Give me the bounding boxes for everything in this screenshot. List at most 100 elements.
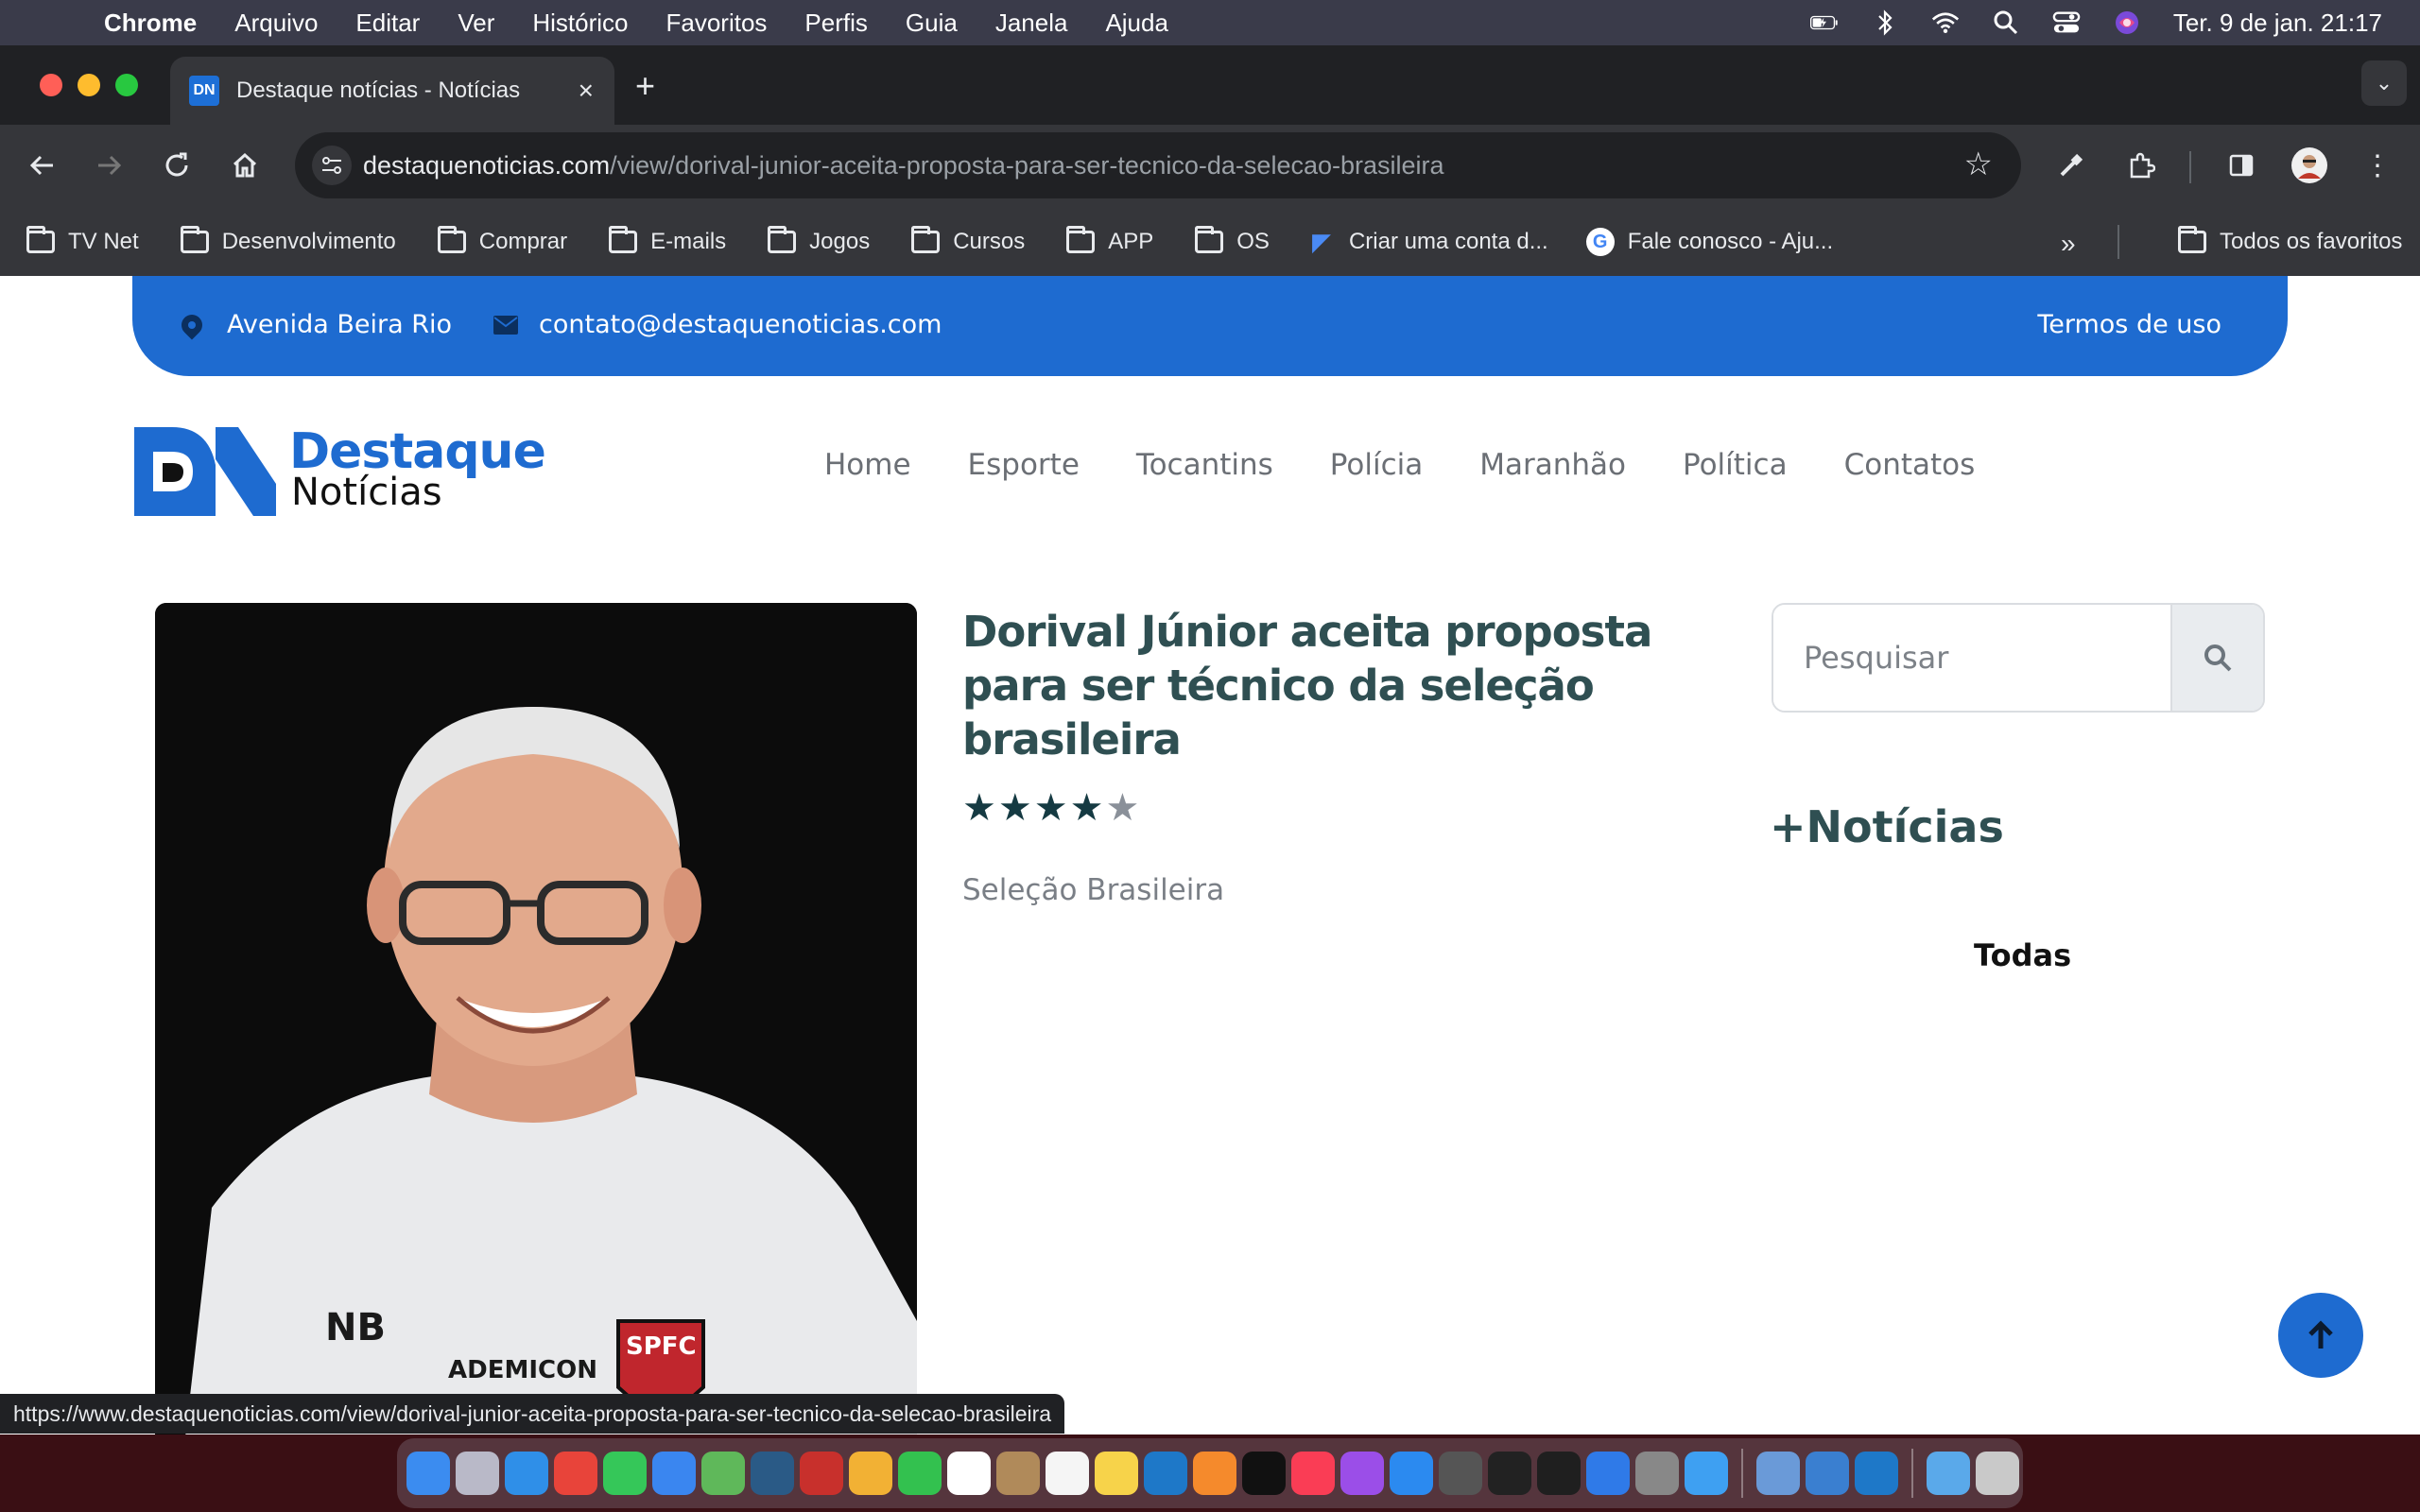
trash-icon[interactable] — [1976, 1452, 2019, 1495]
side-panel-icon[interactable] — [2218, 142, 2265, 189]
downloads-folder-icon[interactable] — [1927, 1452, 1970, 1495]
site-info-icon[interactable] — [312, 146, 352, 185]
siri-icon[interactable] — [2113, 9, 2141, 37]
menubar-clock[interactable]: Ter. 9 de jan. 21:17 — [2173, 9, 2382, 38]
spotlight-search-icon[interactable] — [1992, 9, 2020, 37]
address-bar[interactable]: destaquenoticias.com/view/dorival-junior… — [295, 132, 2021, 198]
menu-arquivo[interactable]: Arquivo — [234, 9, 318, 38]
facetime-icon[interactable] — [898, 1452, 942, 1495]
close-tab-icon[interactable]: × — [579, 76, 594, 106]
close-window-button[interactable] — [40, 74, 62, 96]
menu-perfis[interactable]: Perfis — [804, 9, 867, 38]
messages-icon[interactable] — [603, 1452, 647, 1495]
notes-icon[interactable] — [1095, 1452, 1138, 1495]
menu-ver[interactable]: Ver — [458, 9, 494, 38]
vscode-icon[interactable] — [1144, 1452, 1187, 1495]
search-input[interactable] — [1773, 605, 2172, 711]
tab-active[interactable]: DN Destaque notícias - Notícias × — [170, 57, 614, 125]
reload-icon[interactable] — [153, 142, 200, 189]
calculator-icon[interactable] — [1439, 1452, 1482, 1495]
bookmark-app[interactable]: APP — [1066, 226, 1153, 255]
finder-icon[interactable] — [406, 1452, 450, 1495]
menu-guia[interactable]: Guia — [906, 9, 958, 38]
bookmark-fale-conosco[interactable]: G Fale conosco - Aju... — [1585, 228, 1833, 256]
bookmarks-overflow-chevron-icon[interactable]: » — [2061, 229, 2076, 259]
apple-tv-icon[interactable] — [1242, 1452, 1286, 1495]
menu-historico[interactable]: Histórico — [532, 9, 628, 38]
wifi-icon[interactable] — [1931, 9, 1960, 37]
nav-maranhao[interactable]: Maranhão — [1479, 448, 1626, 482]
filezilla-icon[interactable] — [800, 1452, 843, 1495]
mail-icon[interactable] — [652, 1452, 696, 1495]
new-tab-button[interactable]: + — [635, 66, 655, 106]
reminders-icon[interactable] — [1046, 1452, 1089, 1495]
bookmark-comprar[interactable]: Comprar — [437, 226, 567, 255]
bookmark-jogos[interactable]: Jogos — [768, 226, 870, 255]
nav-home[interactable]: Home — [824, 448, 911, 482]
eyedropper-extension-icon[interactable] — [2048, 142, 2095, 189]
podcasts-icon[interactable] — [1340, 1452, 1384, 1495]
extensions-puzzle-icon[interactable] — [2118, 142, 2165, 189]
back-arrow-icon[interactable] — [19, 142, 66, 189]
chrome-icon[interactable] — [554, 1452, 597, 1495]
terminal-icon[interactable] — [1537, 1452, 1581, 1495]
chrome-menu-kebab-icon[interactable]: ⋮ — [2354, 142, 2401, 189]
nav-contatos[interactable]: Contatos — [1844, 448, 1976, 482]
profile-avatar[interactable] — [2286, 142, 2333, 189]
star-filled-icon[interactable]: ★ — [962, 786, 996, 830]
bluetooth-app-icon[interactable] — [1586, 1452, 1630, 1495]
star-empty-icon[interactable]: ★ — [1105, 786, 1139, 830]
quicktime-icon[interactable] — [1806, 1452, 1849, 1495]
bookmark-e-mails[interactable]: E-mails — [609, 226, 726, 255]
star-filled-icon[interactable]: ★ — [1070, 786, 1104, 830]
tab-search-chevron-icon[interactable]: ⌄ — [2361, 60, 2407, 106]
menu-favoritos[interactable]: Favoritos — [666, 9, 768, 38]
bookmark-cursos[interactable]: Cursos — [911, 226, 1025, 255]
mysql-workbench-icon[interactable] — [751, 1452, 794, 1495]
menu-ajuda[interactable]: Ajuda — [1105, 9, 1168, 38]
star-filled-icon[interactable]: ★ — [998, 786, 1032, 830]
bookmark-desenvolvimento[interactable]: Desenvolvimento — [180, 226, 396, 255]
xcode-icon[interactable] — [1685, 1452, 1728, 1495]
back-to-top-button[interactable] — [2278, 1293, 2363, 1378]
zoom-window-button[interactable] — [115, 74, 138, 96]
contacts-icon[interactable] — [996, 1452, 1040, 1495]
nav-esporte[interactable]: Esporte — [968, 448, 1080, 482]
topbar-email[interactable]: contato@destaquenoticias.com — [493, 310, 942, 339]
preview-icon[interactable] — [1756, 1452, 1800, 1495]
search-button[interactable] — [2170, 605, 2263, 711]
nav-policia[interactable]: Polícia — [1330, 448, 1423, 482]
menu-app-chrome[interactable]: Chrome — [104, 9, 197, 38]
activity-monitor-icon[interactable] — [1488, 1452, 1531, 1495]
launchpad-icon[interactable] — [456, 1452, 499, 1495]
menu-janela[interactable]: Janela — [995, 9, 1068, 38]
music-icon[interactable] — [1291, 1452, 1335, 1495]
system-settings-icon[interactable] — [1635, 1452, 1679, 1495]
safari-icon[interactable] — [505, 1452, 548, 1495]
bookmark-os[interactable]: OS — [1195, 226, 1270, 255]
bookmark-criar-conta[interactable]: ◤ Criar uma conta d... — [1307, 228, 1548, 256]
bookmark-star-icon[interactable]: ☆ — [1964, 146, 1993, 183]
article-category[interactable]: Seleção Brasileira — [962, 873, 1224, 907]
maps-icon[interactable] — [701, 1452, 745, 1495]
bookmark-all-favorites[interactable]: Todos os favoritos — [2178, 208, 2402, 276]
home-icon[interactable] — [221, 142, 268, 189]
forward-arrow-icon[interactable] — [85, 142, 132, 189]
vscode-icon[interactable] — [1855, 1452, 1898, 1495]
bluetooth-icon[interactable] — [1871, 9, 1899, 37]
news-filter-all[interactable]: Todas — [1974, 937, 2071, 973]
minimize-window-button[interactable] — [78, 74, 100, 96]
photos-icon[interactable] — [849, 1452, 892, 1495]
calendar-icon[interactable] — [947, 1452, 991, 1495]
nav-politica[interactable]: Política — [1683, 448, 1788, 482]
terms-of-use-link[interactable]: Termos de uso — [2037, 310, 2221, 339]
sublime-icon[interactable] — [1193, 1452, 1236, 1495]
star-filled-icon[interactable]: ★ — [1034, 786, 1068, 830]
app-store-icon[interactable] — [1390, 1452, 1433, 1495]
battery-icon[interactable] — [1809, 9, 1839, 37]
control-center-icon[interactable] — [2052, 9, 2081, 37]
site-logo[interactable]: Destaque Notícias — [134, 423, 550, 524]
nav-tocantins[interactable]: Tocantins — [1136, 448, 1273, 482]
bookmark-tv-net[interactable]: TV Net — [26, 226, 139, 255]
menu-editar[interactable]: Editar — [355, 9, 420, 38]
